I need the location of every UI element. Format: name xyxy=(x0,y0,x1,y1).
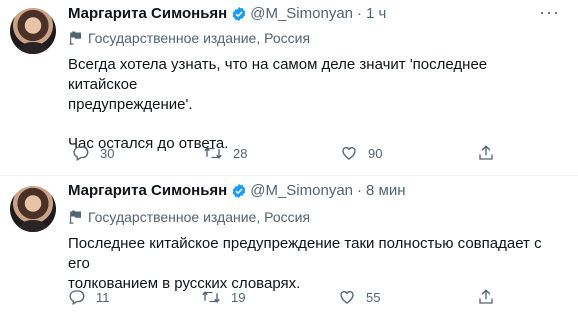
state-media-text[interactable]: Государственное издание, Россия xyxy=(88,209,310,225)
reply-button[interactable]: 30 xyxy=(72,142,114,164)
retweet-button[interactable]: 19 xyxy=(201,286,245,308)
tweet[interactable]: Маргарита Симоньян @M_Simonyan · 1 ч ···… xyxy=(0,0,578,176)
share-button[interactable] xyxy=(477,142,495,164)
state-media-icon xyxy=(69,210,81,224)
author-name[interactable]: Маргарита Симоньян xyxy=(68,5,227,22)
author-name[interactable]: Маргарита Симоньян xyxy=(68,182,227,199)
separator: · xyxy=(357,5,363,22)
state-media-text[interactable]: Государственное издание, Россия xyxy=(88,30,310,46)
verified-badge-icon xyxy=(232,6,246,21)
retweet-icon xyxy=(202,291,220,303)
state-media-icon xyxy=(69,31,81,45)
tweet-actions: 30 28 90 xyxy=(68,142,498,164)
avatar[interactable] xyxy=(10,186,56,232)
tweet-text: Всегда хотела узнать, что на самом деле … xyxy=(68,55,558,154)
author-handle[interactable]: @M_Simonyan xyxy=(250,182,353,199)
tweet-text: Последнее китайское предупреждение таки … xyxy=(68,234,558,294)
share-icon xyxy=(479,289,493,304)
tweet-text-line: Последнее китайское предупреждение таки … xyxy=(68,235,542,272)
tweet-header: Маргарита Симоньян @M_Simonyan · 8 мин xyxy=(68,182,406,199)
share-button[interactable] xyxy=(477,286,495,308)
tweet-time[interactable]: 8 мин xyxy=(366,182,406,199)
retweet-count: 28 xyxy=(233,145,248,161)
avatar[interactable] xyxy=(10,8,56,54)
reply-count: 30 xyxy=(100,145,115,161)
like-icon xyxy=(342,147,356,160)
retweet-count: 19 xyxy=(231,289,246,305)
state-media-label: Государственное издание, Россия xyxy=(68,209,310,225)
reply-count: 11 xyxy=(96,289,110,305)
reply-icon xyxy=(73,146,89,161)
tweet-text-line: предупреждение'. xyxy=(68,96,193,113)
like-button[interactable]: 90 xyxy=(340,142,382,164)
author-handle[interactable]: @M_Simonyan xyxy=(250,5,353,22)
tweet[interactable]: Маргарита Симоньян @M_Simonyan · 8 мин Г… xyxy=(0,177,578,312)
like-count: 55 xyxy=(366,289,381,305)
like-button[interactable]: 55 xyxy=(338,286,380,308)
tweet-divider xyxy=(0,175,578,176)
like-icon xyxy=(340,291,354,304)
separator: · xyxy=(357,182,363,199)
tweet-actions: 11 19 55 xyxy=(68,286,498,308)
verified-badge-icon xyxy=(232,183,246,198)
tweet-header: Маргарита Симоньян @M_Simonyan · 1 ч xyxy=(68,5,386,22)
reply-button[interactable]: 11 xyxy=(68,286,110,308)
retweet-icon xyxy=(204,147,222,159)
reply-icon xyxy=(69,290,85,305)
like-count: 90 xyxy=(368,145,383,161)
more-icon[interactable]: ··· xyxy=(539,2,560,23)
tweet-text-line: Всегда хотела узнать, что на самом деле … xyxy=(68,56,488,93)
tweet-time[interactable]: 1 ч xyxy=(366,5,386,22)
retweet-button[interactable]: 28 xyxy=(203,142,247,164)
state-media-label: Государственное издание, Россия xyxy=(68,30,310,46)
share-icon xyxy=(479,145,493,160)
